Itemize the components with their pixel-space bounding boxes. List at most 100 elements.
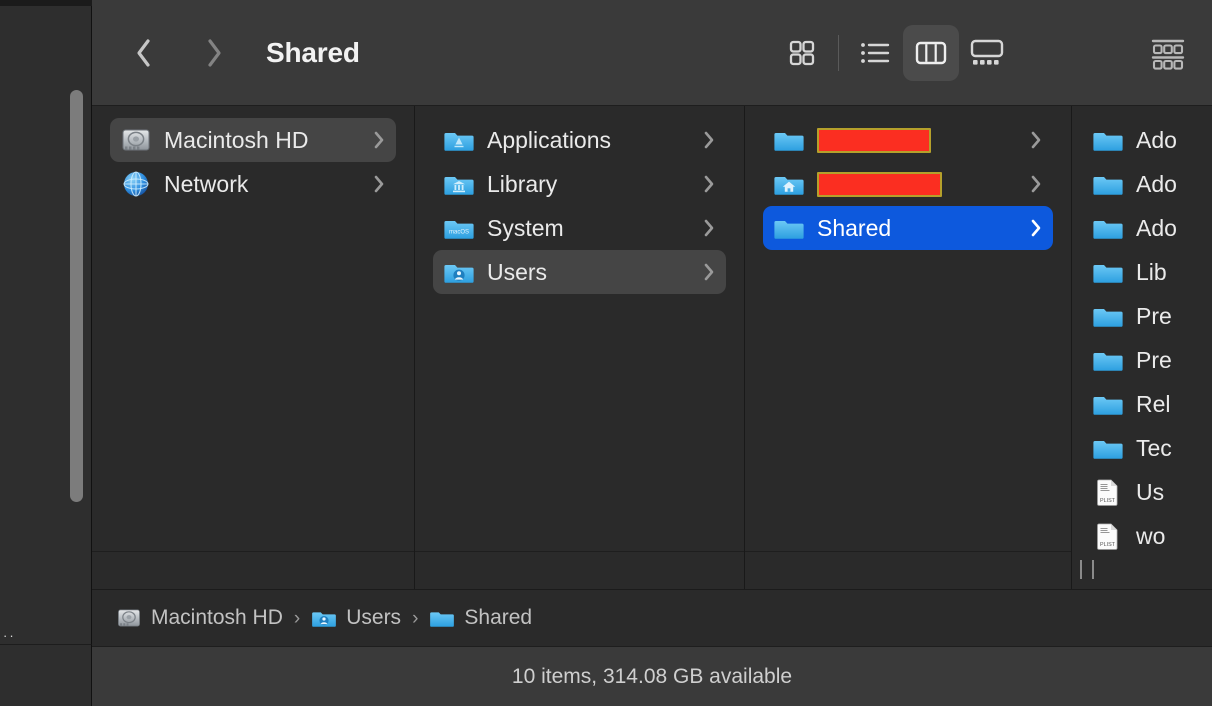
path-bar: Macintosh HD › Users › Shared [92, 589, 1212, 646]
list-item[interactable]: Ado [1084, 118, 1211, 162]
column-item-label: Users [487, 258, 548, 285]
breadcrumb-separator: › [412, 607, 419, 629]
breadcrumb-label: Macintosh HD [151, 606, 283, 629]
column-item-redacted-user-1[interactable] [763, 118, 1053, 162]
column-item-label: Pre [1136, 302, 1172, 329]
folder-icon [1093, 133, 1123, 151]
list-view-button[interactable] [847, 25, 903, 81]
background-window-dots: ·· [3, 628, 16, 643]
folder-icon [774, 133, 804, 151]
column-resizer[interactable] [92, 551, 414, 589]
column-item-label: Ado [1136, 214, 1177, 241]
forward-button[interactable] [200, 33, 226, 73]
column-item-users[interactable]: Users [433, 250, 726, 294]
column-item-label: Network [164, 170, 249, 197]
column-resizer[interactable] [745, 551, 1071, 589]
chevron-right-icon [704, 175, 714, 193]
folder-icon [1093, 265, 1123, 283]
shared-column: Ado Ado Ado Lib Pre Pre Rel Tec PLIST Us… [1072, 106, 1211, 589]
column-item-system[interactable]: macOS System [433, 206, 726, 250]
group-button[interactable] [1140, 26, 1196, 80]
column-item-label [817, 171, 1021, 197]
column-item-label: Tec [1136, 434, 1172, 461]
list-icon [861, 43, 892, 63]
column-item-label: Us [1136, 478, 1165, 505]
column-item-label: Lib [1136, 258, 1167, 285]
toolbar-divider [838, 35, 839, 71]
column-resize-grip[interactable] [1080, 560, 1094, 579]
list-item[interactable]: Pre [1084, 294, 1211, 338]
background-window-scrollbar[interactable] [70, 90, 83, 502]
column-item-label: System [487, 214, 564, 241]
svg-text:PLIST: PLIST [1100, 498, 1116, 504]
column-resizer[interactable] [415, 551, 744, 589]
list-item[interactable]: Ado [1084, 162, 1211, 206]
folder-icon [1093, 177, 1123, 195]
grid-icon [786, 37, 818, 69]
column-item-label: Pre [1136, 346, 1172, 373]
breadcrumb-label: Users [346, 606, 402, 629]
chevron-right-icon [1031, 219, 1041, 237]
chevron-right-icon [704, 263, 714, 281]
column-item-label: wo [1136, 522, 1166, 549]
library-folder-icon [444, 177, 474, 195]
chevron-right-icon [704, 219, 714, 237]
gallery-view-button[interactable] [959, 25, 1015, 81]
column-item-library[interactable]: Library [433, 162, 726, 206]
column-item-label: Ado [1136, 126, 1177, 153]
folder-icon [1093, 309, 1123, 327]
view-mode-controls [774, 0, 1015, 106]
column-item-label: Rel [1136, 390, 1171, 417]
folder-icon [430, 612, 455, 627]
column-item-network[interactable]: Network [110, 162, 396, 206]
home-folder-icon [774, 177, 804, 195]
gallery-icon [969, 38, 1005, 65]
folder-icon [774, 221, 804, 239]
list-item[interactable]: PLIST wo [1084, 514, 1211, 558]
devices-column: Macintosh HD Network [92, 106, 415, 589]
column-item-macintosh-hd[interactable]: Macintosh HD [110, 118, 396, 162]
list-item[interactable]: Lib [1084, 250, 1211, 294]
column-item-shared[interactable]: Shared [763, 206, 1053, 250]
folder-icon [1093, 353, 1123, 371]
finder-window: Shared Macintosh HD Network Applications… [92, 0, 1212, 706]
list-item[interactable]: Ado [1084, 206, 1211, 250]
breadcrumb-macintosh-hd[interactable]: Macintosh HD [116, 605, 283, 631]
group-icon [1149, 35, 1187, 71]
chevron-left-icon [136, 38, 150, 67]
network-globe-icon [123, 171, 149, 197]
list-item[interactable]: PLIST Us [1084, 470, 1211, 514]
back-button[interactable] [130, 33, 156, 73]
folder-icon [1093, 397, 1123, 415]
chevron-right-icon [1031, 131, 1041, 149]
icon-view-button[interactable] [774, 25, 830, 81]
column-item-redacted-user-2[interactable] [763, 162, 1053, 206]
list-item[interactable]: Tec [1084, 426, 1211, 470]
columns-icon [914, 38, 948, 68]
finder-toolbar: Shared [92, 0, 1212, 106]
chevron-right-icon [374, 131, 384, 149]
column-browser: Macintosh HD Network Applications Librar… [92, 106, 1212, 589]
breadcrumb-label: Shared [464, 606, 533, 629]
users-column: Shared [745, 106, 1072, 589]
breadcrumb-shared[interactable]: Shared [429, 605, 532, 631]
window-title: Shared [266, 36, 360, 68]
column-item-applications[interactable]: Applications [433, 118, 726, 162]
column-view-button[interactable] [903, 25, 959, 81]
background-window-bottom [0, 644, 92, 706]
plist-file-icon: PLIST [1097, 523, 1118, 550]
column-item-label [817, 127, 1021, 153]
list-item[interactable]: Pre [1084, 338, 1211, 382]
column-item-label: Library [487, 170, 558, 197]
redaction-box [817, 171, 942, 197]
list-item[interactable]: Rel [1084, 382, 1211, 426]
breadcrumb-users[interactable]: Users [311, 605, 401, 631]
system-folder-icon: macOS [444, 221, 474, 239]
redaction-box [817, 127, 931, 153]
hard-drive-icon [122, 129, 150, 151]
status-bar: 10 items, 314.08 GB available [92, 646, 1212, 706]
status-text: 10 items, 314.08 GB available [511, 664, 793, 688]
breadcrumb-separator: › [293, 607, 301, 629]
folder-icon [1093, 441, 1123, 459]
folder-icon [1093, 221, 1123, 239]
